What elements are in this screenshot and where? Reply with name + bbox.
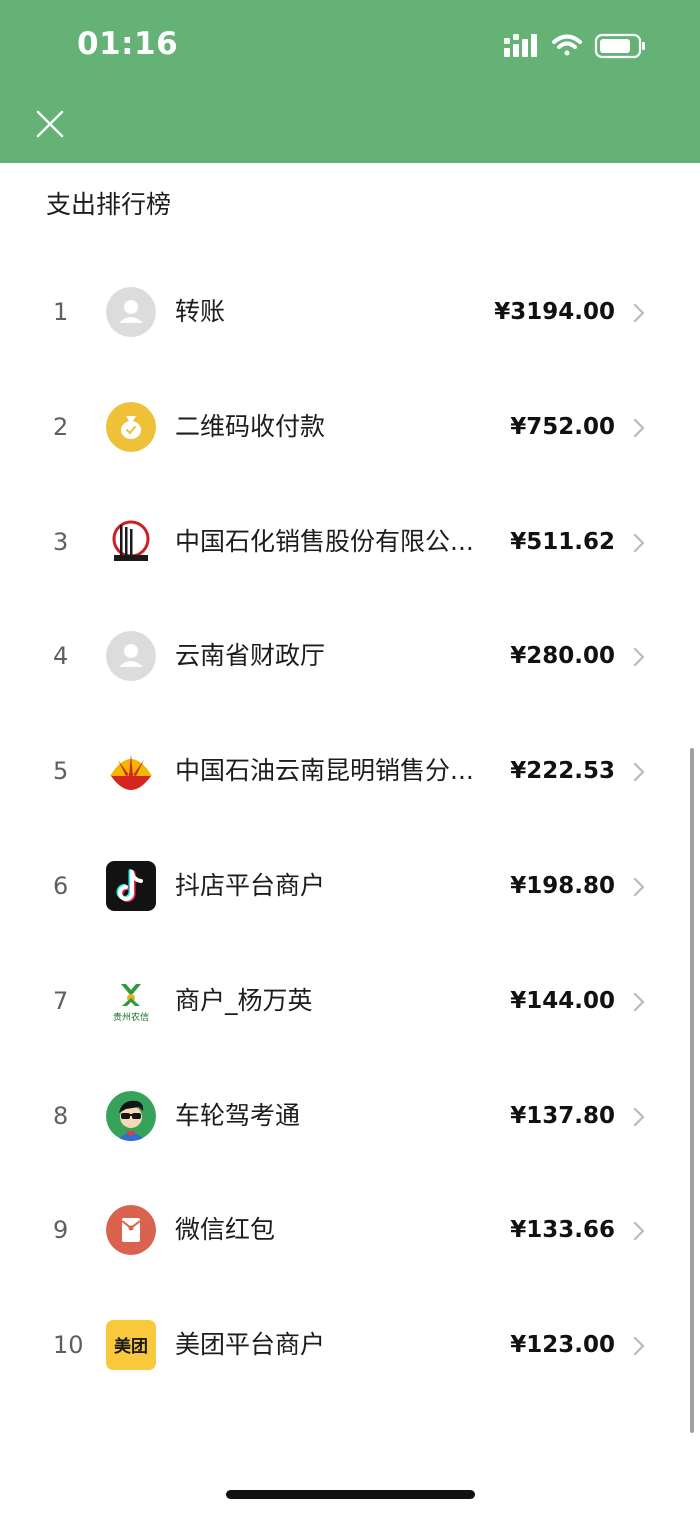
merchant-name: 美团平台商户 [175, 1330, 326, 1360]
rank-number: 3 [53, 527, 69, 556]
list-item[interactable]: 4 云南省财政厅 ¥280.00 [0, 599, 700, 714]
wifi-icon [552, 34, 582, 56]
red-envelope-icon [106, 1205, 156, 1256]
list-item[interactable]: 5 中国石油云南昆明销售分... ¥222.53 [0, 714, 700, 829]
close-button[interactable] [30, 104, 70, 144]
rank-number: 9 [53, 1216, 69, 1245]
merchant-name: 中国石化销售股份有限公... [175, 526, 474, 556]
home-indicator[interactable] [226, 1490, 475, 1499]
cellular-signal-icon [504, 34, 537, 57]
amount: ¥137.80 [510, 1102, 615, 1129]
amount: ¥280.00 [510, 643, 615, 670]
rank-number: 7 [53, 986, 69, 1015]
chevron-right-icon [633, 1337, 645, 1356]
amount: ¥222.53 [510, 758, 615, 785]
rank-number: 5 [53, 757, 69, 786]
list-item[interactable]: 6 抖店平台商户 ¥198.80 [0, 829, 700, 944]
top-bar: 01:16 [0, 0, 700, 163]
merchant-name: 车轮驾考通 [175, 1100, 301, 1130]
chevron-right-icon [633, 763, 645, 782]
rank-number: 8 [53, 1101, 69, 1130]
amount: ¥3194.00 [494, 299, 615, 325]
rank-number: 1 [53, 298, 69, 326]
chevron-right-icon [633, 648, 645, 667]
list-item[interactable]: 3 中国石化销售股份有限公... ¥511.62 [0, 485, 700, 600]
guizhou-rural-credit-logo: 贵州农信 [106, 975, 156, 1026]
chevron-right-icon [633, 533, 645, 552]
list-item[interactable]: 2 二维码收付款 ¥752.00 [0, 370, 700, 485]
chevron-right-icon [633, 877, 645, 897]
merchant-name: 转账 [175, 297, 226, 326]
rank-number: 2 [53, 412, 69, 441]
list-item[interactable]: 10 美团 美团平台商户 ¥123.00 [0, 1288, 700, 1403]
meituan-logo: 美团 [106, 1320, 156, 1371]
list-item[interactable]: 8 车轮驾考通 ¥137.80 [0, 1059, 700, 1174]
logo-text: 美团 [114, 1336, 148, 1357]
merchant-name: 商户_杨万英 [175, 985, 313, 1015]
list-item[interactable]: 7 贵州农信 商户_杨万英 ¥144.00 [0, 944, 700, 1059]
douyin-logo [106, 860, 156, 911]
merchant-name: 中国石油云南昆明销售分... [175, 756, 474, 786]
list-item[interactable]: 9 微信红包 ¥133.66 [0, 1173, 700, 1288]
default-avatar-icon [106, 287, 156, 337]
sinopec-logo [106, 516, 156, 567]
status-time: 01:16 [77, 26, 179, 62]
page-title: 支出排行榜 [46, 190, 172, 219]
petrochina-logo [106, 746, 156, 797]
chevron-right-icon [633, 1107, 645, 1126]
chevron-right-icon [633, 1222, 645, 1241]
chevron-right-icon [633, 418, 645, 437]
status-icons [504, 30, 654, 62]
ranking-list: 1 转账 ¥3194.00 2 二维码收付款 ¥752.00 3 中国石化销售股… [0, 255, 700, 1403]
list-item[interactable]: 1 转账 ¥3194.00 [0, 255, 700, 370]
cartoon-avatar-icon [106, 1090, 156, 1141]
amount: ¥198.80 [510, 872, 615, 899]
amount: ¥144.00 [510, 987, 615, 1014]
chevron-right-icon [633, 303, 645, 323]
default-avatar-icon [106, 631, 156, 682]
amount: ¥511.62 [510, 528, 615, 555]
scrollbar[interactable] [690, 748, 694, 1433]
amount: ¥123.00 [510, 1332, 615, 1359]
merchant-name: 抖店平台商户 [175, 870, 326, 900]
merchant-name: 微信红包 [175, 1215, 276, 1245]
chevron-right-icon [633, 992, 645, 1011]
rank-number: 6 [53, 871, 69, 900]
rank-number: 10 [53, 1331, 84, 1360]
battery-icon [594, 33, 645, 59]
merchant-name: 二维码收付款 [175, 411, 326, 441]
close-icon [36, 110, 64, 138]
amount: ¥752.00 [510, 413, 615, 440]
money-bag-icon [106, 401, 156, 452]
amount: ¥133.66 [510, 1217, 615, 1244]
logo-text: 贵州农信 [113, 1011, 149, 1023]
rank-number: 4 [53, 642, 69, 671]
merchant-name: 云南省财政厅 [175, 641, 326, 671]
